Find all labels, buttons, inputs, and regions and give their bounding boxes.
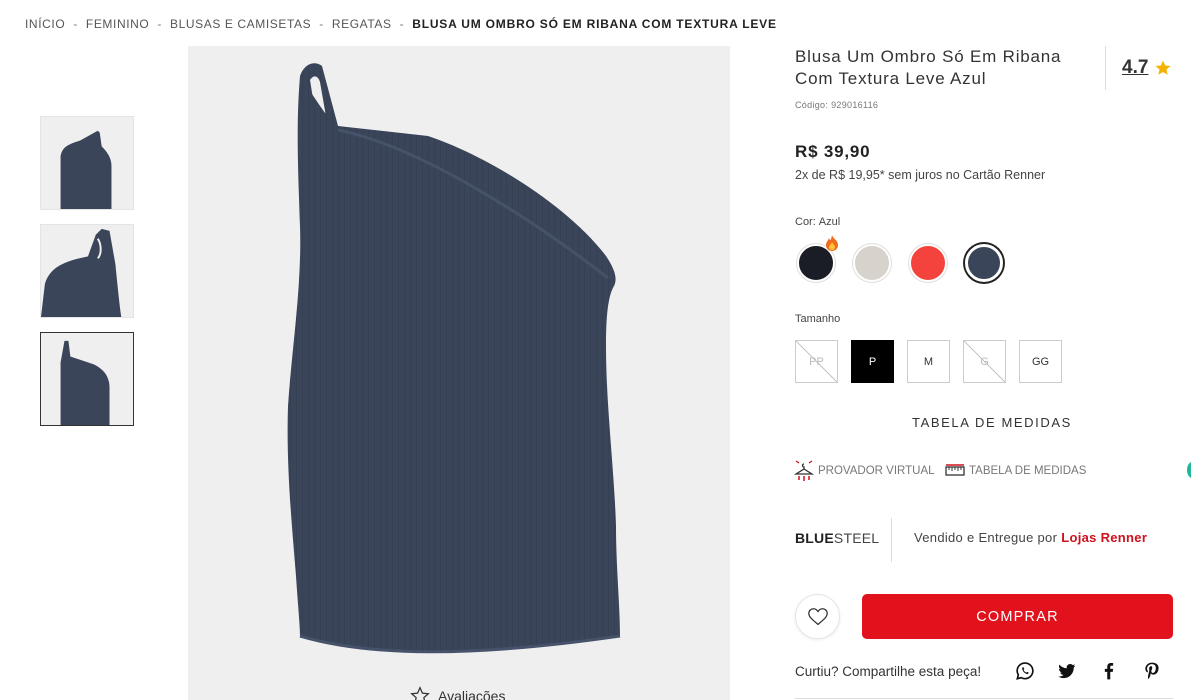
thumbnail-side[interactable]: [40, 224, 134, 318]
rating-value[interactable]: 4.7: [1122, 57, 1148, 79]
size-option-label: M: [923, 355, 934, 368]
color-swatch-vermelho[interactable]: [909, 244, 947, 282]
breadcrumb-separator: -: [73, 17, 78, 31]
wishlist-button[interactable]: [795, 594, 840, 639]
seller-info: Vendido e Entregue por Lojas Renner: [914, 530, 1147, 545]
store-link[interactable]: Lojas Renner: [1061, 530, 1147, 545]
product-price: R$ 39,90: [795, 142, 871, 161]
divider: [795, 698, 1173, 699]
star-outline-icon: [410, 686, 430, 700]
product-thumbnail-image: [41, 117, 133, 209]
size-option-g[interactable]: G: [963, 340, 1006, 383]
thumbnail-back[interactable]: [40, 332, 134, 426]
reviews-label: Avaliações: [438, 688, 506, 700]
breadcrumb-link-blusas[interactable]: BLUSAS E CAMISETAS: [170, 17, 311, 31]
virtual-fitting-button[interactable]: PROVADOR VIRTUAL: [794, 460, 935, 482]
breadcrumb-link-feminino[interactable]: FEMININO: [86, 17, 149, 31]
color-label-text: Cor:: [795, 216, 816, 228]
buy-button[interactable]: COMPRAR: [862, 594, 1173, 639]
size-table-label: TABELA DE MEDIDAS: [969, 465, 1087, 477]
breadcrumb-link-regatas[interactable]: REGATAS: [332, 17, 392, 31]
product-code-value: 929016116: [831, 100, 879, 110]
thumbnail-front[interactable]: [40, 116, 134, 210]
twitter-icon[interactable]: [1057, 661, 1077, 681]
product-main-image[interactable]: [188, 46, 730, 700]
divider: [1105, 46, 1106, 90]
size-option-m[interactable]: M: [907, 340, 950, 383]
size-chart-link[interactable]: TABELA DE MEDIDAS: [912, 415, 1072, 430]
breadcrumb-separator: -: [399, 17, 405, 31]
heart-icon: [807, 607, 828, 625]
fire-icon: [826, 235, 838, 251]
virtual-fitting-label: PROVADOR VIRTUAL: [818, 465, 935, 477]
measuring-tape-icon: [945, 464, 965, 476]
size-option-label: PP: [809, 355, 824, 368]
product-thumbnail-image: [41, 333, 133, 425]
breadcrumb-separator: -: [157, 17, 162, 31]
star-filled-icon: [1155, 60, 1171, 75]
color-selected-value: Azul: [818, 216, 841, 228]
facebook-icon[interactable]: [1099, 661, 1119, 681]
whatsapp-icon[interactable]: [1015, 661, 1035, 681]
size-option-gg[interactable]: GG: [1019, 340, 1062, 383]
size-option-label: G: [980, 355, 989, 368]
reviews-link[interactable]: Avaliações: [410, 686, 505, 700]
pinterest-icon[interactable]: [1142, 661, 1162, 681]
size-option-label: P: [868, 355, 877, 368]
brand-logo[interactable]: BLUESTEEL: [795, 530, 879, 546]
color-swatch-bege[interactable]: [853, 244, 891, 282]
installments-info: 2x de R$ 19,95* sem juros no Cartão Renn…: [795, 168, 1046, 182]
brand-name-part1: BLUE: [795, 530, 834, 546]
size-option-label: GG: [1031, 355, 1050, 368]
size-label: Tamanho: [795, 313, 841, 325]
breadcrumb: INÍCIO - FEMININO - BLUSAS E CAMISETAS -…: [25, 17, 777, 31]
breadcrumb-separator: -: [319, 17, 324, 31]
brand-name-part2: STEEL: [833, 530, 880, 546]
sold-by-label: Vendido e Entregue por: [914, 530, 1058, 545]
product-title: Blusa Um Ombro Só Em Ribana Com Textura …: [795, 47, 1062, 88]
product-garment-image: [287, 63, 621, 654]
product-code: Código: 929016116: [795, 100, 878, 110]
share-label: Curtiu? Compartilhe esta peça!: [795, 664, 982, 679]
size-option-p[interactable]: P: [851, 340, 894, 383]
size-option-pp[interactable]: PP: [795, 340, 838, 383]
divider: [891, 518, 892, 562]
hanger-icon: [794, 460, 814, 481]
color-label: Cor: Azul: [795, 216, 840, 228]
floating-chat-button[interactable]: [1187, 462, 1191, 478]
size-table-button[interactable]: TABELA DE MEDIDAS: [945, 460, 1086, 482]
breadcrumb-current: BLUSA UM OMBRO SÓ EM RIBANA COM TEXTURA …: [412, 17, 777, 31]
product-rating[interactable]: 4.7: [1122, 57, 1172, 79]
product-code-label: Código:: [795, 100, 829, 110]
product-thumbnail-image: [41, 225, 133, 317]
color-swatch-azul[interactable]: [965, 244, 1003, 282]
breadcrumb-link-inicio[interactable]: INÍCIO: [25, 17, 65, 31]
